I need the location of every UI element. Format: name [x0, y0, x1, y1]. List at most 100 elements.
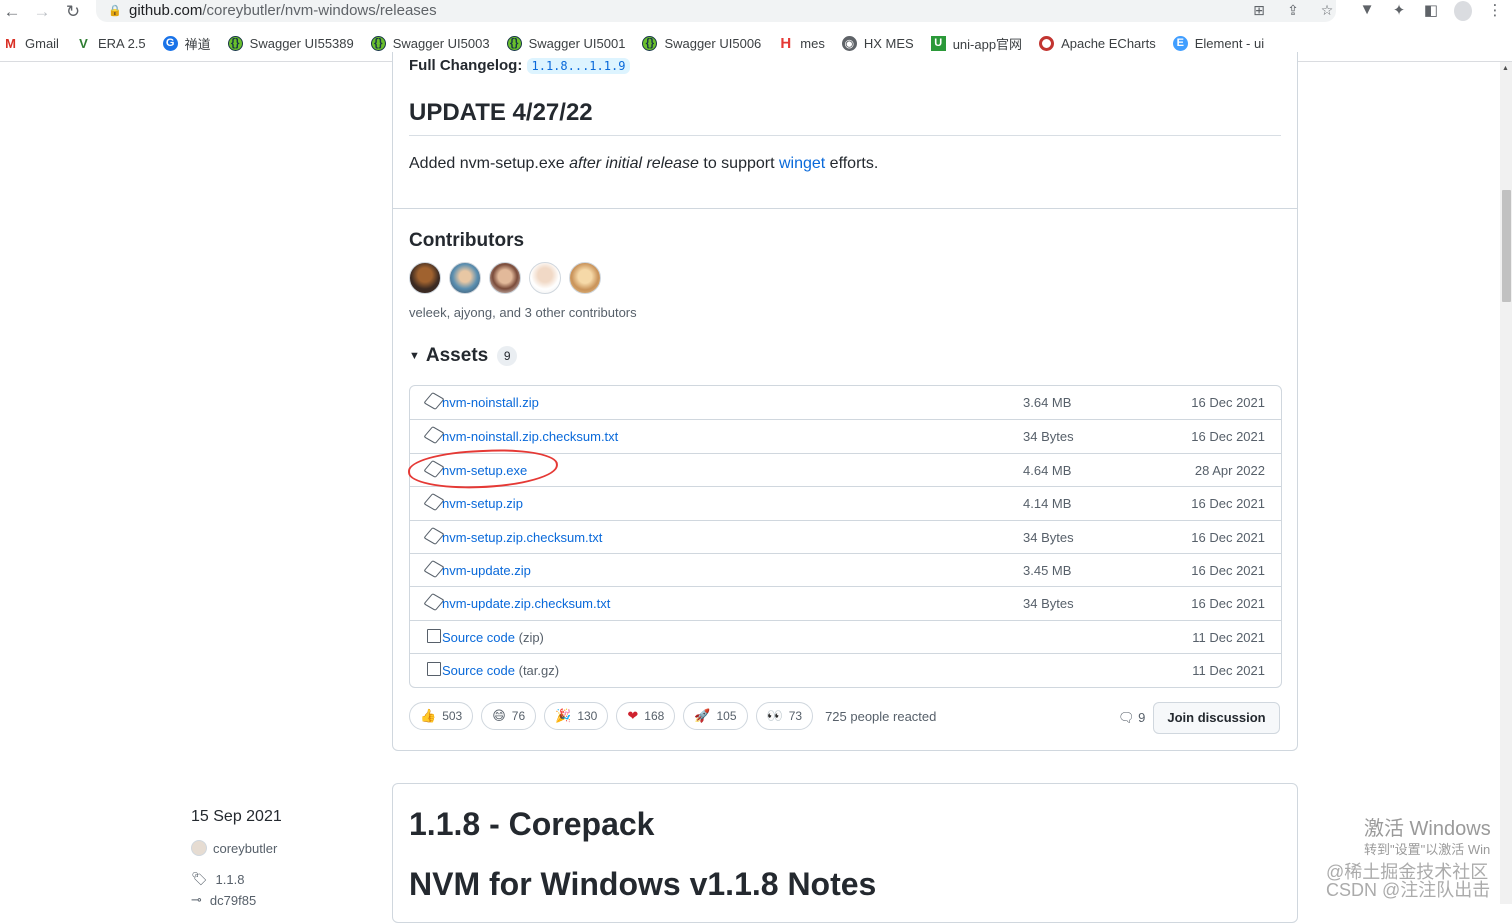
page-scrollbar[interactable] [1500, 62, 1512, 904]
asset-link[interactable]: Source code (zip) [442, 630, 544, 645]
bookmark-era[interactable]: V ERA 2.5 [76, 36, 146, 51]
winget-link[interactable]: winget [779, 155, 825, 172]
chandao-icon: G [162, 35, 178, 51]
commit-hash: dc79f85 [209, 892, 257, 908]
asset-link[interactable]: Source code (tar.gz) [442, 663, 559, 678]
reactions-bar: 👍 503 😄 76 🎉 130 ❤ 168 🚀 105 👀 73 725 people r… [409, 702, 936, 730]
reaction-eyes[interactable]: 👀 73 [755, 702, 814, 730]
release-tag[interactable]: 🏷 1.1.8 [191, 871, 244, 887]
asset-date: 28 Apr 2022 [1194, 462, 1265, 478]
reaction-count: 73 [788, 709, 803, 723]
uniapp-icon: U [930, 35, 946, 51]
bookmark-star-icon[interactable]: ☆ [1318, 2, 1336, 19]
address-bar[interactable]: 🔒 github.com/coreybutler/nvm-windows/rel… [96, 0, 1336, 22]
release-card: Full Changelog: 1.1.8...1.1.9 UPDATE 4/2… [392, 52, 1298, 751]
asset-link[interactable]: nvm-update.zip [442, 563, 531, 578]
full-changelog: Full Changelog: 1.1.8...1.1.9 [409, 57, 631, 74]
back-arrow-icon[interactable]: ← [2, 2, 22, 22]
heading-rule [409, 135, 1281, 136]
asset-name: nvm-noinstall.zip [442, 395, 539, 410]
release-author[interactable]: coreybutler [191, 840, 277, 856]
url-text[interactable]: github.com/coreybutler/nvm-windows/relea… [129, 2, 437, 19]
bookmark-label: Swagger UI5001 [528, 35, 626, 51]
avatar[interactable] [569, 262, 601, 294]
asset-name: nvm-setup.zip [442, 496, 523, 512]
lock-icon[interactable]: 🔒 [108, 4, 122, 17]
reaction-count: 105 [716, 709, 737, 723]
forward-arrow-icon[interactable]: → [32, 2, 52, 22]
bookmark-swagger-5001[interactable]: {} Swagger UI5001 [506, 35, 626, 51]
reaction-hooray[interactable]: 🎉 130 [544, 702, 609, 730]
extensions-puzzle-icon[interactable]: ✦ [1390, 1, 1408, 25]
assets-count-badge: 9 [497, 346, 518, 366]
bookmark-label: ERA 2.5 [97, 35, 146, 51]
source-watermark: CSDN @注注队出击 [1326, 880, 1491, 900]
bookmark-label: 禅道 [184, 36, 211, 52]
avatar[interactable] [449, 262, 481, 294]
scrollbar-thumb[interactable] [1502, 190, 1511, 302]
swagger-icon: {} [506, 35, 522, 51]
release-title[interactable]: 1.1.8 - Corepack [409, 806, 654, 843]
caret-down-icon: ▼ [409, 350, 420, 362]
asset-link[interactable]: nvm-noinstall.zip.checksum.txt [442, 429, 618, 444]
swagger-icon: {} [642, 35, 658, 51]
bookmark-swagger-55389[interactable]: {} Swagger UI55389 [227, 35, 354, 51]
asset-date: 16 Dec 2021 [1191, 562, 1265, 578]
bookmark-echarts[interactable]: Apache ECharts [1039, 35, 1156, 51]
bookmark-swagger-5003[interactable]: {} Swagger UI5003 [370, 35, 490, 51]
translate-icon[interactable]: ⊞ [1250, 2, 1268, 19]
rocket-icon: 🚀 [694, 708, 711, 723]
asset-link[interactable]: nvm-setup.zip [442, 496, 523, 511]
release-date: 15 Sep 2021 [191, 808, 282, 825]
bookmark-chandao[interactable]: G 禅道 [162, 34, 211, 53]
asset-date: 11 Dec 2021 [1192, 663, 1265, 679]
tag-name: 1.1.8 [215, 871, 245, 887]
asset-link[interactable]: nvm-noinstall.zip [442, 395, 539, 410]
avatar[interactable] [409, 262, 441, 294]
share-icon[interactable]: ⇪ [1284, 2, 1302, 19]
assets-toggle[interactable]: ▼ Assets 9 [409, 345, 518, 367]
section-divider [393, 208, 1297, 209]
reaction-count: 503 [442, 709, 463, 723]
profile-avatar[interactable] [1454, 1, 1472, 25]
reload-icon[interactable]: ↻ [63, 2, 83, 22]
asset-name: nvm-setup.zip.checksum.txt [442, 529, 603, 545]
gmail-icon: M [5, 35, 16, 51]
asset-link[interactable]: nvm-setup.zip.checksum.txt [442, 530, 602, 545]
comment-icon: 🗨 [1118, 710, 1135, 725]
asset-size: 4.64 MB [1023, 462, 1072, 478]
swagger-icon: {} [370, 35, 386, 51]
bookmark-swagger-5006[interactable]: {} Swagger UI5006 [642, 35, 761, 51]
bookmark-label: HX MES [863, 35, 914, 51]
vue-devtools-icon[interactable]: ▼ [1358, 1, 1376, 25]
bookmark-label: Swagger UI5003 [392, 35, 490, 51]
changelog-link[interactable]: 1.1.8...1.1.9 [526, 58, 631, 74]
asset-link[interactable]: nvm-update.zip.checksum.txt [442, 596, 610, 611]
bookmark-uniapp[interactable]: U uni-app官网 [930, 34, 1022, 53]
bookmark-gmail[interactable]: M Gmail [3, 36, 59, 51]
echarts-icon [1039, 35, 1055, 51]
avatar[interactable] [529, 262, 561, 294]
bookmark-hx-mes[interactable]: ◉ HX MES [841, 35, 914, 51]
bookmark-mes[interactable]: H mes [778, 35, 824, 52]
bookmark-element-ui[interactable]: E Element - ui [1172, 35, 1264, 51]
side-panel-icon[interactable]: ◧ [1422, 1, 1440, 25]
update-text: efforts. [825, 155, 879, 172]
update-emphasis: after initial release [569, 155, 699, 172]
reaction-rocket[interactable]: 🚀 105 [683, 702, 748, 730]
reaction-laugh[interactable]: 😄 76 [481, 702, 537, 730]
asset-size: 3.64 MB [1023, 395, 1072, 410]
release-card-next: 1.1.8 - Corepack NVM for Windows v1.1.8 … [392, 783, 1298, 923]
scroll-up-arrow-icon[interactable]: ▲ [1502, 65, 1509, 72]
reaction-heart[interactable]: ❤ 168 [616, 702, 676, 730]
asset-date: 16 Dec 2021 [1191, 429, 1265, 445]
changelog-label: Full Changelog: [409, 57, 523, 74]
asset-name: nvm-update.zip [442, 562, 531, 578]
release-commit[interactable]: ⊸ dc79f85 [191, 892, 256, 908]
avatar[interactable] [489, 262, 521, 294]
file-zip-icon [427, 628, 441, 643]
reaction-thumbs-up[interactable]: 👍 503 [409, 702, 474, 730]
join-discussion-button[interactable]: Join discussion [1153, 702, 1280, 734]
comments-count[interactable]: 🗨 9 [1118, 710, 1145, 726]
menu-kebab-icon[interactable]: ⋮ [1486, 1, 1504, 25]
